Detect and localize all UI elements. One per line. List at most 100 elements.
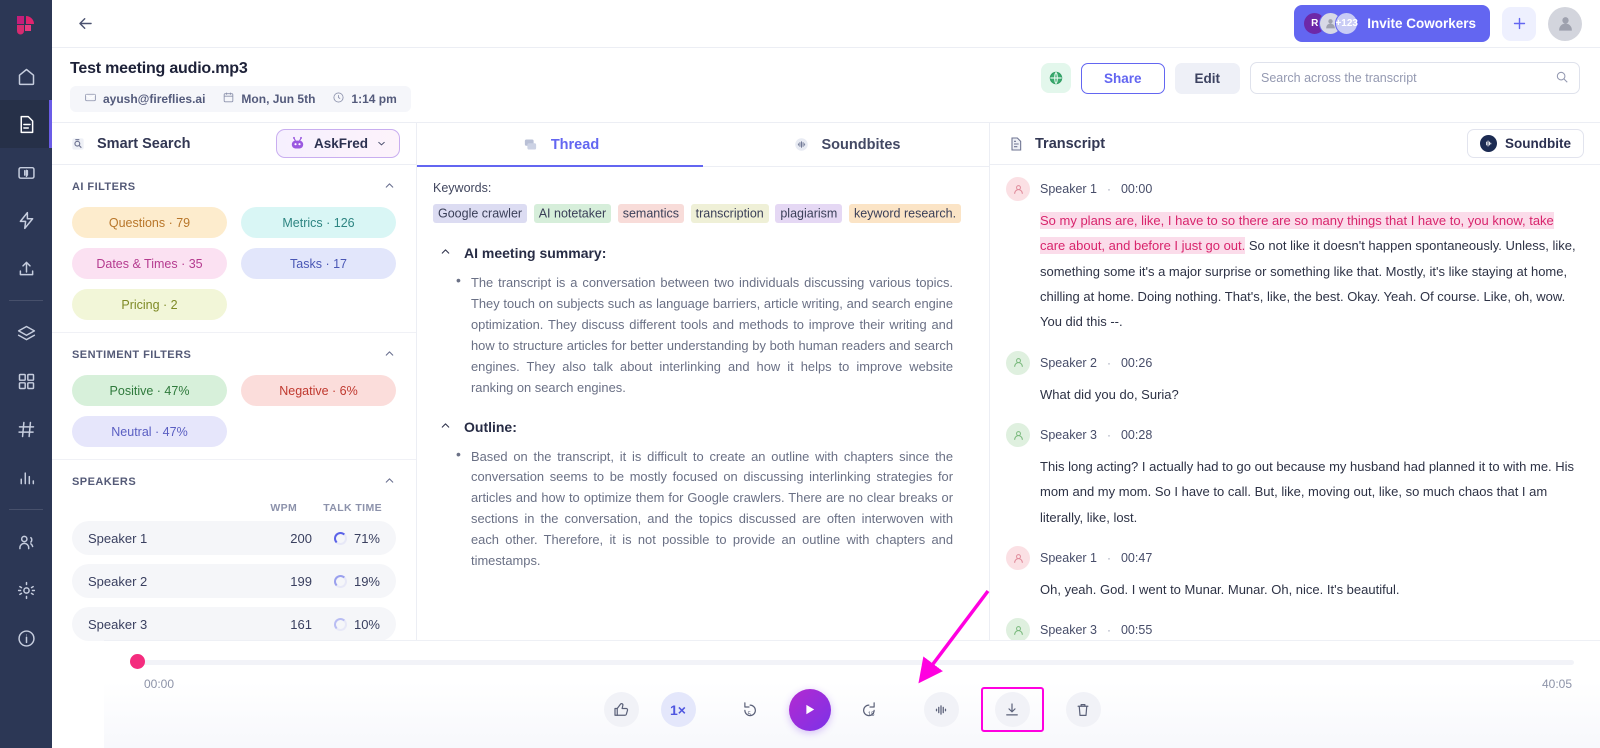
sentiment-filters-label: SENTIMENT FILTERS <box>72 349 192 361</box>
fireflies-logo[interactable] <box>0 0 52 52</box>
language-globe-icon[interactable] <box>1040 63 1071 93</box>
sidebar-item-notes[interactable] <box>0 100 52 148</box>
keyword-chip[interactable]: semantics <box>617 203 685 223</box>
transcript-speaker-name: Speaker 3 <box>1040 428 1097 443</box>
tab-soundbites-label: Soundbites <box>821 136 901 153</box>
speaker-row[interactable]: Speaker 1 200 71% <box>72 521 396 555</box>
robot-icon <box>289 135 306 152</box>
progress-bar[interactable] <box>130 654 1574 669</box>
download-button[interactable] <box>994 692 1030 727</box>
chevron-down-icon <box>378 141 385 146</box>
invite-coworkers-button[interactable]: R +123 Invite Coworkers <box>1294 5 1490 42</box>
speaker-talk-time: 19% <box>312 574 380 589</box>
speed-button[interactable]: 1× <box>660 692 696 727</box>
keyword-chip[interactable]: keyword research. <box>848 203 962 223</box>
back-button[interactable] <box>70 9 100 39</box>
keywords-label: Keywords: <box>433 181 492 195</box>
tab-soundbites[interactable]: Soundbites <box>703 123 989 166</box>
transcript-block[interactable]: Speaker 1 · 00:00 So my plans are, like, I … <box>1006 177 1578 335</box>
sentiment-filter-pill-0[interactable]: Positive · 47% <box>72 375 227 406</box>
sidebar-item-help[interactable] <box>0 614 52 662</box>
speakers-collapse-chevron-up-icon[interactable] <box>383 474 396 490</box>
sidebar-item-soundbites[interactable] <box>0 148 52 196</box>
ai-summary-collapse-chevron-up-icon[interactable] <box>439 245 452 261</box>
speaker-avatar-icon <box>1006 423 1030 448</box>
user-avatar[interactable] <box>1548 6 1582 41</box>
sidebar-item-team[interactable] <box>0 518 52 566</box>
edit-button[interactable]: Edit <box>1174 62 1240 94</box>
ai-filter-pill-4[interactable]: Pricing · 2 <box>72 289 227 320</box>
forward-15-button[interactable]: 15 <box>853 692 888 727</box>
transcript-speaker-name: Speaker 3 <box>1040 623 1097 638</box>
sentiment-filters-section: SENTIMENT FILTERS Positive · 47% Negative… <box>52 333 416 460</box>
progress-knob[interactable] <box>130 654 145 669</box>
transcript-block[interactable]: Speaker 3 · 00:55 <box>1006 618 1578 643</box>
transcript-separator: · <box>1106 182 1111 196</box>
ai-summary-header: AI meeting summary: <box>439 245 973 261</box>
sidebar-item-channels[interactable] <box>0 405 52 453</box>
transcript-separator: · <box>1106 355 1111 370</box>
thread-tabs: Thread Soundbites <box>417 123 989 167</box>
ai-filter-pill-0[interactable]: Questions · 79 <box>72 207 227 238</box>
left-nav-rail <box>0 0 52 748</box>
rewind-5-button[interactable]: 5 <box>732 692 767 727</box>
sentiment-filter-pill-2[interactable]: Neutral · 47% <box>72 416 227 447</box>
sidebar-item-home[interactable] <box>0 52 52 100</box>
sentiment-filter-pill-1[interactable]: Negative · 6% <box>241 375 396 406</box>
transcript-timestamp[interactable]: 00:00 <box>1121 182 1152 196</box>
sidebar-item-apps[interactable] <box>0 357 52 405</box>
transcript-timestamp[interactable]: 00:55 <box>1121 623 1152 637</box>
keyword-chip[interactable]: AI notetaker <box>533 203 612 223</box>
add-button[interactable] <box>1502 6 1536 41</box>
outline-collapse-chevron-up-icon[interactable] <box>439 419 452 435</box>
transcript-timestamp[interactable]: 00:26 <box>1121 356 1152 370</box>
meeting-date: Mon, Jun 5th <box>215 89 322 109</box>
delete-button[interactable] <box>1065 692 1101 727</box>
play-button[interactable] <box>788 688 831 731</box>
search-input[interactable] <box>1261 71 1547 85</box>
transcript-block-header: Speaker 3 · 00:28 <box>1006 423 1578 448</box>
sidebar-item-layers[interactable] <box>0 309 52 357</box>
transcript-timestamp[interactable]: 00:47 <box>1121 551 1152 565</box>
transcript-search-box[interactable] <box>1250 62 1580 94</box>
smart-search-header: Smart Search AskFred <box>52 123 416 165</box>
transcript-timestamp[interactable]: 00:28 <box>1121 428 1152 442</box>
askfred-button[interactable]: AskFred <box>275 129 400 158</box>
transcript-plain: What did you do, Suria? <box>1040 386 1179 402</box>
meeting-actions: Share Edit <box>1040 60 1580 94</box>
keyword-chip[interactable]: Google crawler <box>433 203 528 223</box>
ai-filter-pill-2[interactable]: Dates & Times · 35 <box>72 248 227 279</box>
speaker-row[interactable]: Speaker 3 161 10% <box>72 607 396 641</box>
meeting-owner-label: ayush@fireflies.ai <box>103 92 206 106</box>
transcript-block[interactable]: Speaker 2 · 00:26 What did you do, Suria? <box>1006 350 1578 407</box>
avatar-stack: R +123 <box>1303 12 1359 35</box>
smart-search-title-group: Smart Search <box>68 134 191 154</box>
transcript-block[interactable]: Speaker 3 · 00:28 This long acting? I actua… <box>1006 423 1578 530</box>
sentiment-filters-collapse-chevron-up-icon[interactable] <box>383 347 396 363</box>
sidebar-item-automation[interactable] <box>0 196 52 244</box>
sidebar-item-analytics[interactable] <box>0 453 52 501</box>
sidebar-item-settings[interactable] <box>0 566 52 614</box>
ai-filters-collapse-chevron-up-icon[interactable] <box>383 179 396 195</box>
ai-filter-pill-1[interactable]: Metrics · 126 <box>241 207 396 238</box>
speaker-row[interactable]: Speaker 2 199 19% <box>72 564 396 598</box>
ai-filters-header: AI FILTERS <box>72 179 396 195</box>
keyword-chip[interactable]: transcription <box>690 203 769 223</box>
keywords-list: Google crawler AI notetaker semantics tr… <box>433 201 973 225</box>
progress-track[interactable] <box>130 660 1574 665</box>
share-button[interactable]: Share <box>1080 62 1165 94</box>
rewind-5-icon: 5 <box>744 701 756 718</box>
thumbs-up-button[interactable] <box>603 692 639 727</box>
soundbite-button[interactable]: Soundbite <box>1467 129 1584 158</box>
ai-filter-pill-3[interactable]: Tasks · 17 <box>241 248 396 279</box>
talk-time-ring-icon <box>333 531 347 545</box>
transcript-separator: · <box>1106 551 1111 566</box>
sidebar-item-upload[interactable] <box>0 244 52 292</box>
tab-thread[interactable]: Thread <box>417 123 703 167</box>
waveform-button[interactable] <box>923 692 959 727</box>
transcript-plain: This long acting? I actually had to go o… <box>1040 459 1575 525</box>
keyword-chip[interactable]: plagiarism <box>775 203 843 223</box>
transcript-block[interactable]: Speaker 1 · 00:47 Oh, yeah. God. I went to … <box>1006 546 1578 602</box>
forward-15-icon: 15 <box>863 701 875 718</box>
waveform-icon <box>935 704 947 715</box>
